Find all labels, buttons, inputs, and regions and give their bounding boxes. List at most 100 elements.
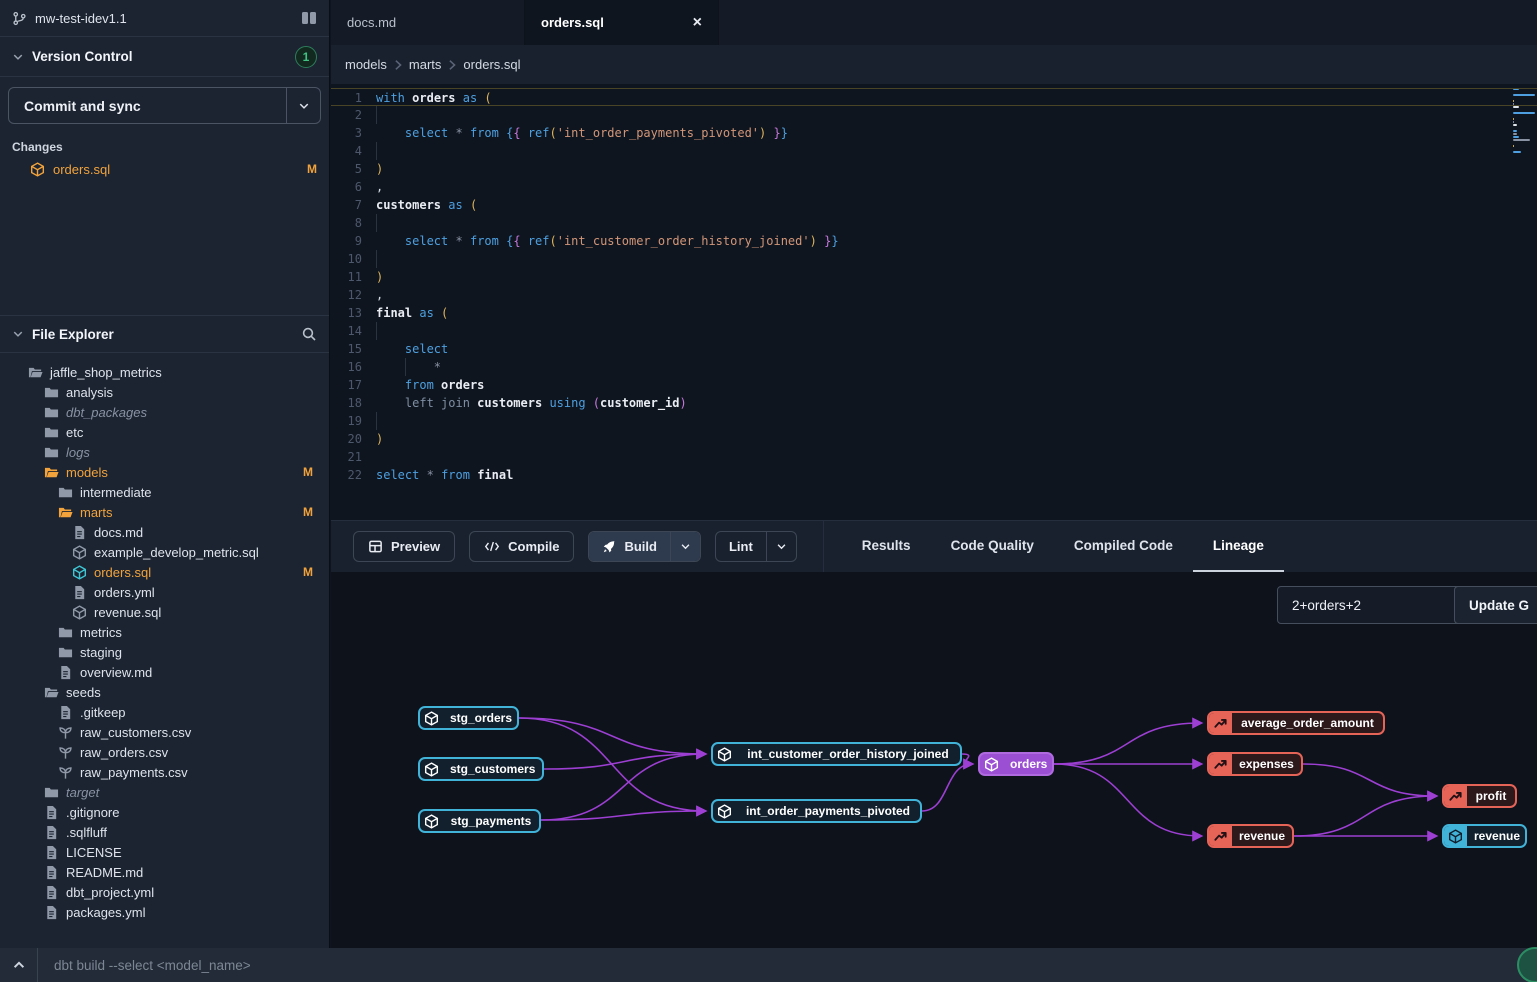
code-line-1[interactable]: 1with orders as ( bbox=[331, 88, 1537, 106]
code-line-21[interactable]: 21 bbox=[331, 448, 1537, 466]
code-line-14[interactable]: 14 bbox=[331, 322, 1537, 340]
panel-columns-icon[interactable] bbox=[301, 11, 317, 25]
tree-file-orders-sql[interactable]: orders.sqlM bbox=[0, 562, 329, 582]
code-line-5[interactable]: 5) bbox=[331, 160, 1537, 178]
lineage-node-revenue_metric[interactable]: revenue bbox=[1207, 824, 1294, 848]
tree-folder-seeds[interactable]: seeds bbox=[0, 682, 329, 702]
grid-icon bbox=[368, 539, 383, 554]
code-line-6[interactable]: 6, bbox=[331, 178, 1537, 196]
code-line-18[interactable]: 18 left join customers using (customer_i… bbox=[331, 394, 1537, 412]
lineage-node-stg_payments[interactable]: stg_payments bbox=[418, 809, 541, 833]
file-icon bbox=[58, 705, 73, 720]
compile-button[interactable]: Compile bbox=[469, 531, 574, 562]
tree-folder-analysis[interactable]: analysis bbox=[0, 382, 329, 402]
breadcrumb-item[interactable]: orders.sql bbox=[463, 57, 520, 72]
tree-folder-logs[interactable]: logs bbox=[0, 442, 329, 462]
build-button[interactable]: Build bbox=[589, 532, 670, 561]
lint-button[interactable]: Lint bbox=[716, 532, 766, 561]
commit-options-chevron[interactable] bbox=[287, 88, 320, 123]
code-editor[interactable]: 1with orders as (23 select * from {{ ref… bbox=[331, 84, 1537, 520]
tree-file-raw-payments-csv[interactable]: raw_payments.csv bbox=[0, 762, 329, 782]
tree-file-overview-md[interactable]: overview.md bbox=[0, 662, 329, 682]
breadcrumb-item[interactable]: marts bbox=[409, 57, 442, 72]
tree-folder-staging[interactable]: staging bbox=[0, 642, 329, 662]
tree-file--gitkeep[interactable]: .gitkeep bbox=[0, 702, 329, 722]
code-line-12[interactable]: 12, bbox=[331, 286, 1537, 304]
update-graph-button[interactable]: Update G bbox=[1454, 586, 1537, 624]
lineage-node-orders[interactable]: orders bbox=[978, 752, 1054, 776]
chevron-up-icon[interactable] bbox=[0, 948, 38, 982]
code-line-11[interactable]: 11) bbox=[331, 268, 1537, 286]
tree-file-dbt-project-yml[interactable]: dbt_project.yml bbox=[0, 882, 329, 902]
lineage-node-profit[interactable]: profit bbox=[1442, 784, 1517, 808]
dbt-command-input[interactable] bbox=[38, 948, 1537, 982]
build-button-group: Build bbox=[588, 531, 701, 562]
breadcrumb: models marts orders.sql bbox=[331, 45, 1537, 84]
commit-and-sync-button[interactable]: Commit and sync bbox=[8, 87, 321, 124]
close-tab-icon[interactable]: × bbox=[693, 15, 702, 31]
lineage-node-stg_customers[interactable]: stg_customers bbox=[418, 757, 544, 781]
tree-file-orders-yml[interactable]: orders.yml bbox=[0, 582, 329, 602]
tree-folder-etc[interactable]: etc bbox=[0, 422, 329, 442]
lineage-node-average_order_amount[interactable]: average_order_amount bbox=[1207, 711, 1385, 735]
result-tab-lineage[interactable]: Lineage bbox=[1193, 521, 1284, 573]
changed-file-row[interactable]: orders.sqlM bbox=[0, 158, 329, 180]
code-line-10[interactable]: 10 bbox=[331, 250, 1537, 268]
lineage-node-int_order_payments_pivoted[interactable]: int_order_payments_pivoted bbox=[711, 799, 922, 823]
tree-folder-marts[interactable]: martsM bbox=[0, 502, 329, 522]
code-line-4[interactable]: 4 bbox=[331, 142, 1537, 160]
tree-folder-metrics[interactable]: metrics bbox=[0, 622, 329, 642]
tree-folder-intermediate[interactable]: intermediate bbox=[0, 482, 329, 502]
lineage-node-stg_orders[interactable]: stg_orders bbox=[418, 706, 519, 730]
code-line-9[interactable]: 9 select * from {{ ref('int_customer_ord… bbox=[331, 232, 1537, 250]
code-line-2[interactable]: 2 bbox=[331, 106, 1537, 124]
code-line-19[interactable]: 19 bbox=[331, 412, 1537, 430]
preview-button[interactable]: Preview bbox=[353, 531, 455, 562]
tree-file-docs-md[interactable]: docs.md bbox=[0, 522, 329, 542]
code-line-17[interactable]: 17 from orders bbox=[331, 376, 1537, 394]
tree-folder-models[interactable]: modelsM bbox=[0, 462, 329, 482]
code-line-8[interactable]: 8 bbox=[331, 214, 1537, 232]
lineage-selector-input[interactable] bbox=[1277, 586, 1462, 624]
code-line-20[interactable]: 20) bbox=[331, 430, 1537, 448]
tree-file-revenue-sql[interactable]: revenue.sql bbox=[0, 602, 329, 622]
tree-file-packages-yml[interactable]: packages.yml bbox=[0, 902, 329, 922]
commit-and-sync-label[interactable]: Commit and sync bbox=[9, 88, 287, 123]
lineage-node-expenses[interactable]: expenses bbox=[1207, 752, 1303, 776]
tree-file-readme-md[interactable]: README.md bbox=[0, 862, 329, 882]
result-tab-results[interactable]: Results bbox=[842, 521, 931, 573]
code-line-13[interactable]: 13final as ( bbox=[331, 304, 1537, 322]
tree-file-raw-orders-csv[interactable]: raw_orders.csv bbox=[0, 742, 329, 762]
tree-folder-dbt-packages[interactable]: dbt_packages bbox=[0, 402, 329, 422]
tree-folder-target[interactable]: target bbox=[0, 782, 329, 802]
code-line-15[interactable]: 15 select bbox=[331, 340, 1537, 358]
lineage-node-label: int_order_payments_pivoted bbox=[736, 801, 920, 821]
result-tab-compiled-code[interactable]: Compiled Code bbox=[1054, 521, 1193, 573]
lineage-node-label: average_order_amount bbox=[1232, 713, 1383, 733]
lint-options-chevron[interactable] bbox=[766, 532, 796, 561]
line-number: 4 bbox=[331, 142, 376, 160]
lineage-node-revenue_model[interactable]: revenue bbox=[1442, 824, 1527, 848]
indent-guide bbox=[376, 250, 377, 268]
search-icon[interactable] bbox=[301, 326, 317, 342]
tree-file--sqlfluff[interactable]: .sqlfluff bbox=[0, 822, 329, 842]
modified-badge: M bbox=[303, 505, 313, 519]
lineage-node-int_customer_order_history_joined[interactable]: int_customer_order_history_joined bbox=[711, 742, 962, 766]
editor-tab-docs-md[interactable]: docs.md bbox=[331, 0, 525, 45]
code-line-3[interactable]: 3 select * from {{ ref('int_order_paymen… bbox=[331, 124, 1537, 142]
result-tab-code-quality[interactable]: Code Quality bbox=[931, 521, 1054, 573]
tree-file-raw-customers-csv[interactable]: raw_customers.csv bbox=[0, 722, 329, 742]
file-explorer-header[interactable]: File Explorer bbox=[0, 315, 329, 353]
tree-file-license[interactable]: LICENSE bbox=[0, 842, 329, 862]
code-line-7[interactable]: 7customers as ( bbox=[331, 196, 1537, 214]
editor-tab-orders-sql[interactable]: orders.sql× bbox=[525, 0, 719, 45]
build-options-chevron[interactable] bbox=[670, 532, 700, 561]
changes-list: orders.sqlM bbox=[0, 158, 329, 180]
tree-folder-jaffle-shop-metrics[interactable]: jaffle_shop_metrics bbox=[0, 362, 329, 382]
breadcrumb-item[interactable]: models bbox=[345, 57, 387, 72]
version-control-header[interactable]: Version Control 1 bbox=[0, 37, 329, 77]
tree-file--gitignore[interactable]: .gitignore bbox=[0, 802, 329, 822]
code-line-16[interactable]: 16 * bbox=[331, 358, 1537, 376]
tree-file-example-develop-metric-sql[interactable]: example_develop_metric.sql bbox=[0, 542, 329, 562]
code-line-22[interactable]: 22select * from final bbox=[331, 466, 1537, 484]
